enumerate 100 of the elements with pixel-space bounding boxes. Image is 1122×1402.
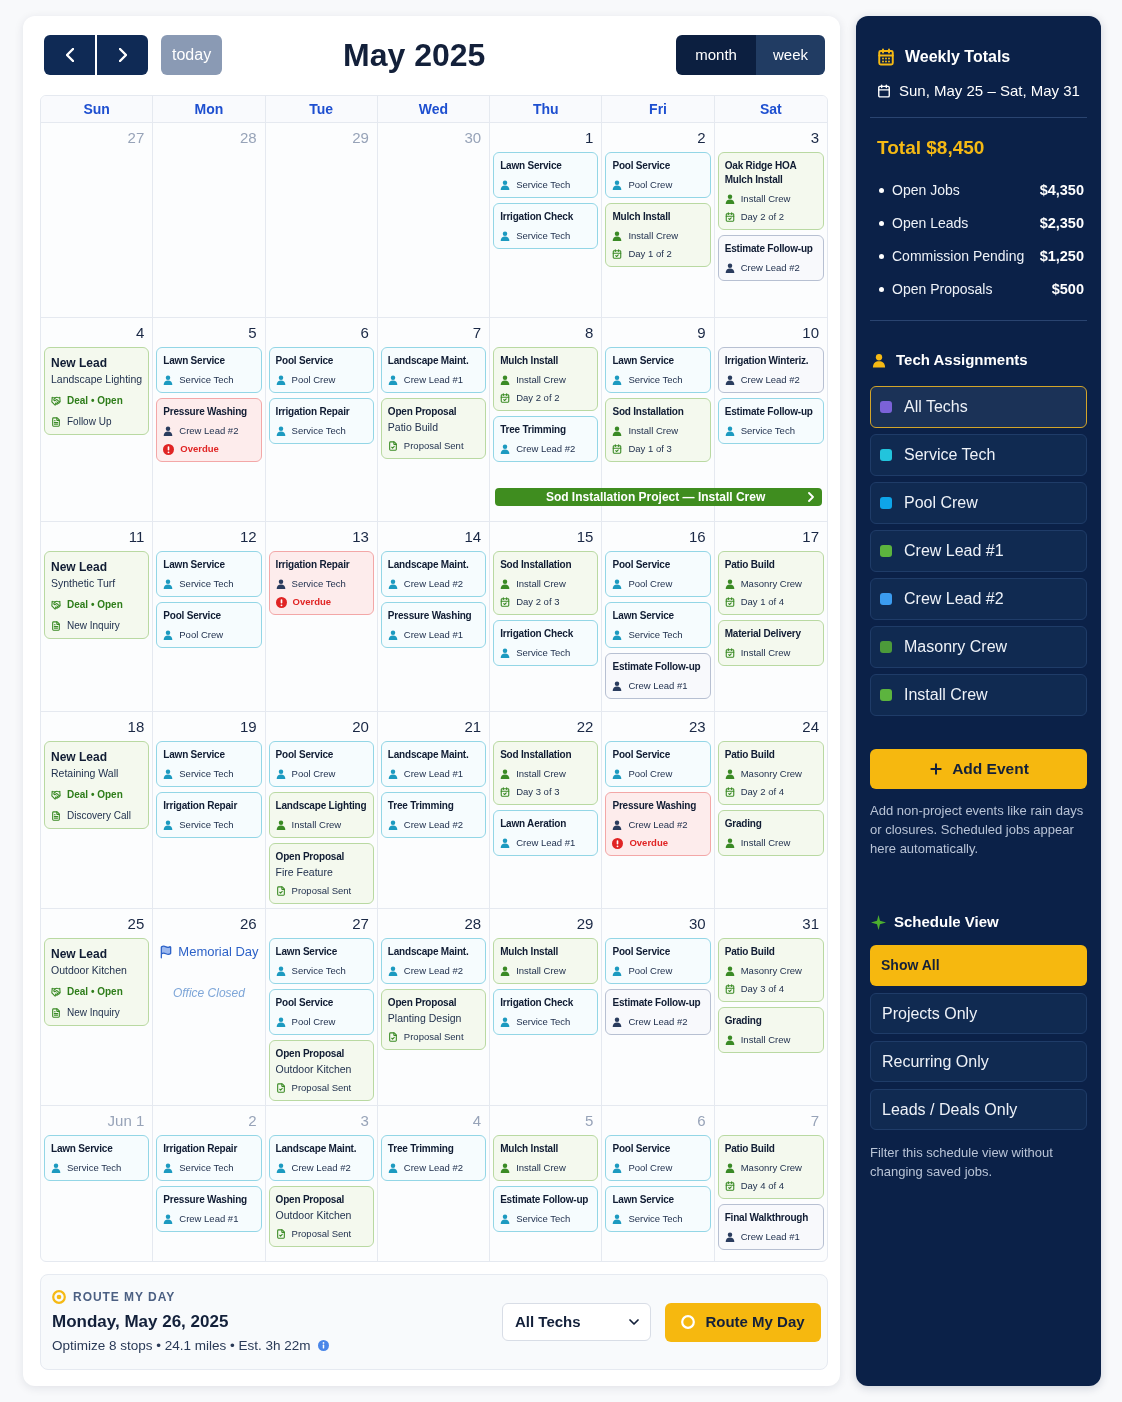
event-card[interactable]: Landscape Maint. Crew Lead #1: [380, 347, 487, 393]
event-card[interactable]: Lawn Service Service Tech: [156, 347, 262, 393]
view-tab[interactable]: month: [676, 35, 756, 75]
view-filter-item[interactable]: Leads / Deals Only: [870, 1089, 1087, 1130]
event-card[interactable]: Open Proposal Patio Build Proposal Sent: [380, 398, 487, 459]
event-card[interactable]: Tree Trimming Crew Lead #2: [380, 792, 487, 838]
person-icon: [275, 426, 286, 436]
tech-filter-item[interactable]: Crew Lead #1: [870, 530, 1087, 572]
tech-filter-item[interactable]: Crew Lead #2: [870, 578, 1087, 620]
event-card[interactable]: Open Proposal Fire Feature Proposal Sent: [268, 843, 374, 904]
event-card[interactable]: Landscape Maint. Crew Lead #2: [380, 938, 487, 984]
event-card[interactable]: Irrigation Repair Service Tech Overdue: [268, 551, 374, 615]
event-card[interactable]: Patio Build Masonry Crew Day 3 of 4: [717, 938, 824, 1002]
event-card[interactable]: Lawn Service Service Tech: [44, 1135, 150, 1181]
day-number: 31: [802, 915, 819, 933]
tech-filter-item[interactable]: Service Tech: [870, 434, 1087, 476]
event-card[interactable]: Pool Service Pool Crew: [268, 989, 374, 1035]
event-card[interactable]: Lawn Service Service Tech: [605, 602, 711, 648]
event-card[interactable]: Irrigation Repair Service Tech: [156, 1135, 262, 1181]
event-card[interactable]: Lawn Service Service Tech: [605, 347, 711, 393]
event-card[interactable]: Sod Installation Install Crew Day 2 of 3: [493, 551, 599, 615]
event-card[interactable]: Mulch Install Install Crew: [493, 938, 599, 984]
event-card[interactable]: Irrigation Repair Service Tech: [268, 398, 374, 444]
view-filter-item[interactable]: Recurring Only: [870, 1041, 1087, 1082]
event-card[interactable]: Landscape Maint. Crew Lead #2: [380, 551, 487, 597]
route-button[interactable]: Route My Day: [665, 1302, 821, 1342]
event-card[interactable]: Mulch Install Install Crew Day 1 of 2: [605, 203, 711, 267]
event-card[interactable]: Pressure Washing Crew Lead #1: [156, 1186, 262, 1232]
event-card[interactable]: Mulch Install Install Crew: [493, 1135, 599, 1181]
event-card[interactable]: Pool Service Pool Crew: [605, 1135, 711, 1181]
event-card[interactable]: Pressure Washing Crew Lead #1: [380, 602, 487, 648]
event-card[interactable]: Landscape Maint. Crew Lead #2: [268, 1135, 374, 1181]
event-card[interactable]: Patio Build Masonry Crew Day 1 of 4: [717, 551, 824, 615]
event-card[interactable]: Estimate Follow-up Crew Lead #1: [605, 653, 711, 699]
route-label: ROUTE MY DAY: [73, 1290, 176, 1304]
event-card[interactable]: New Lead Retaining Wall Deal • Open Discovery Call: [44, 741, 150, 829]
event-card[interactable]: Oak Ridge HOA Mulch Install Install Crew Day 2 of 2: [717, 152, 824, 230]
person-icon: [387, 630, 398, 640]
event-card[interactable]: Pool Service Pool Crew: [605, 551, 711, 597]
tech-filter-item[interactable]: All Techs: [870, 386, 1087, 428]
crew-label: Install Crew: [740, 193, 791, 205]
event-card[interactable]: Estimate Follow-up Service Tech: [717, 398, 824, 444]
event-card[interactable]: Lawn Aeration Crew Lead #1: [493, 810, 599, 856]
event-card[interactable]: Pool Service Pool Crew: [156, 602, 262, 648]
event-title: Pressure Washing: [163, 405, 247, 419]
event-card[interactable]: Irrigation Check Service Tech: [493, 989, 599, 1035]
previous-button[interactable]: [44, 35, 95, 75]
crew-label: Crew Lead #2: [740, 374, 800, 386]
event-card[interactable]: Final Walkthrough Crew Lead #1: [717, 1204, 824, 1250]
event-card[interactable]: Sod Installation Install Crew Day 1 of 3: [605, 398, 711, 462]
tech-select[interactable]: All Techs: [502, 1303, 651, 1341]
event-card[interactable]: Pool Service Pool Crew: [268, 741, 374, 787]
event-card[interactable]: Open Proposal Outdoor Kitchen Proposal Sent: [268, 1186, 374, 1247]
event-card[interactable]: Tree Trimming Crew Lead #2: [380, 1135, 487, 1181]
event-card[interactable]: Landscape Maint. Crew Lead #1: [380, 741, 487, 787]
event-card[interactable]: Grading Install Crew: [717, 1007, 824, 1053]
event-card[interactable]: Open Proposal Outdoor Kitchen Proposal Sent: [268, 1040, 374, 1101]
event-card[interactable]: Estimate Follow-up Crew Lead #2: [717, 235, 824, 281]
event-card[interactable]: New Lead Outdoor Kitchen Deal • Open New Inquiry: [44, 938, 150, 1026]
event-card[interactable]: Lawn Service Service Tech: [156, 551, 262, 597]
event-card[interactable]: Pool Service Pool Crew: [268, 347, 374, 393]
next-button[interactable]: [97, 35, 148, 75]
event-card[interactable]: Material Delivery Install Crew: [717, 620, 824, 666]
tech-filter-item[interactable]: Masonry Crew: [870, 626, 1087, 668]
event-card[interactable]: Sod Installation Install Crew Day 3 of 3: [493, 741, 599, 805]
event-card[interactable]: Landscape Lighting Install Crew: [268, 792, 374, 838]
tech-filter-item[interactable]: Install Crew: [870, 674, 1087, 716]
event-card[interactable]: Pool Service Pool Crew: [605, 938, 711, 984]
event-card[interactable]: Pressure Washing Crew Lead #2 Overdue: [156, 398, 262, 462]
event-card[interactable]: Irrigation Check Service Tech: [493, 620, 599, 666]
view-tab[interactable]: week: [755, 35, 825, 75]
event-card[interactable]: Estimate Follow-up Crew Lead #2: [605, 989, 711, 1035]
event-title: Oak Ridge HOA Mulch Install: [724, 159, 798, 187]
project-bar[interactable]: Sod Installation Project — Install Crew: [495, 488, 822, 506]
event-card[interactable]: Irrigation Repair Service Tech: [156, 792, 262, 838]
event-card[interactable]: Tree Trimming Crew Lead #2: [493, 416, 599, 462]
event-card[interactable]: Lawn Service Service Tech: [268, 938, 374, 984]
event-card[interactable]: Irrigation Check Service Tech: [493, 203, 599, 249]
tech-filter-item[interactable]: Pool Crew: [870, 482, 1087, 524]
event-card[interactable]: Pool Service Pool Crew: [605, 741, 711, 787]
event-card[interactable]: New Lead Synthetic Turf Deal • Open New Inquiry: [44, 551, 150, 639]
event-title: Tree Trimming: [387, 799, 454, 813]
view-filter-item[interactable]: Show All: [870, 945, 1087, 986]
event-card[interactable]: Pressure Washing Crew Lead #2 Overdue: [605, 792, 711, 856]
event-card[interactable]: Patio Build Masonry Crew Day 2 of 4: [717, 741, 824, 805]
alert-icon: [163, 443, 175, 455]
event-card[interactable]: Mulch Install Install Crew Day 2 of 2: [493, 347, 599, 411]
event-card[interactable]: Estimate Follow-up Service Tech: [493, 1186, 599, 1232]
view-filter-item[interactable]: Projects Only: [870, 993, 1087, 1034]
target-icon: [52, 1290, 66, 1304]
event-card[interactable]: Open Proposal Planting Design Proposal Sent: [380, 989, 487, 1050]
event-card[interactable]: Patio Build Masonry Crew Day 4 of 4: [717, 1135, 824, 1199]
event-card[interactable]: New Lead Landscape Lighting Deal • Open Follow Up: [44, 347, 150, 435]
event-card[interactable]: Grading Install Crew: [717, 810, 824, 856]
event-card[interactable]: Lawn Service Service Tech: [605, 1186, 711, 1232]
event-card[interactable]: Lawn Service Service Tech: [156, 741, 262, 787]
event-card[interactable]: Irrigation Winteriz. Crew Lead #2: [717, 347, 824, 393]
event-card[interactable]: Pool Service Pool Crew: [605, 152, 711, 198]
event-card[interactable]: Lawn Service Service Tech: [493, 152, 599, 198]
add-event-button[interactable]: Add Event: [870, 749, 1087, 789]
